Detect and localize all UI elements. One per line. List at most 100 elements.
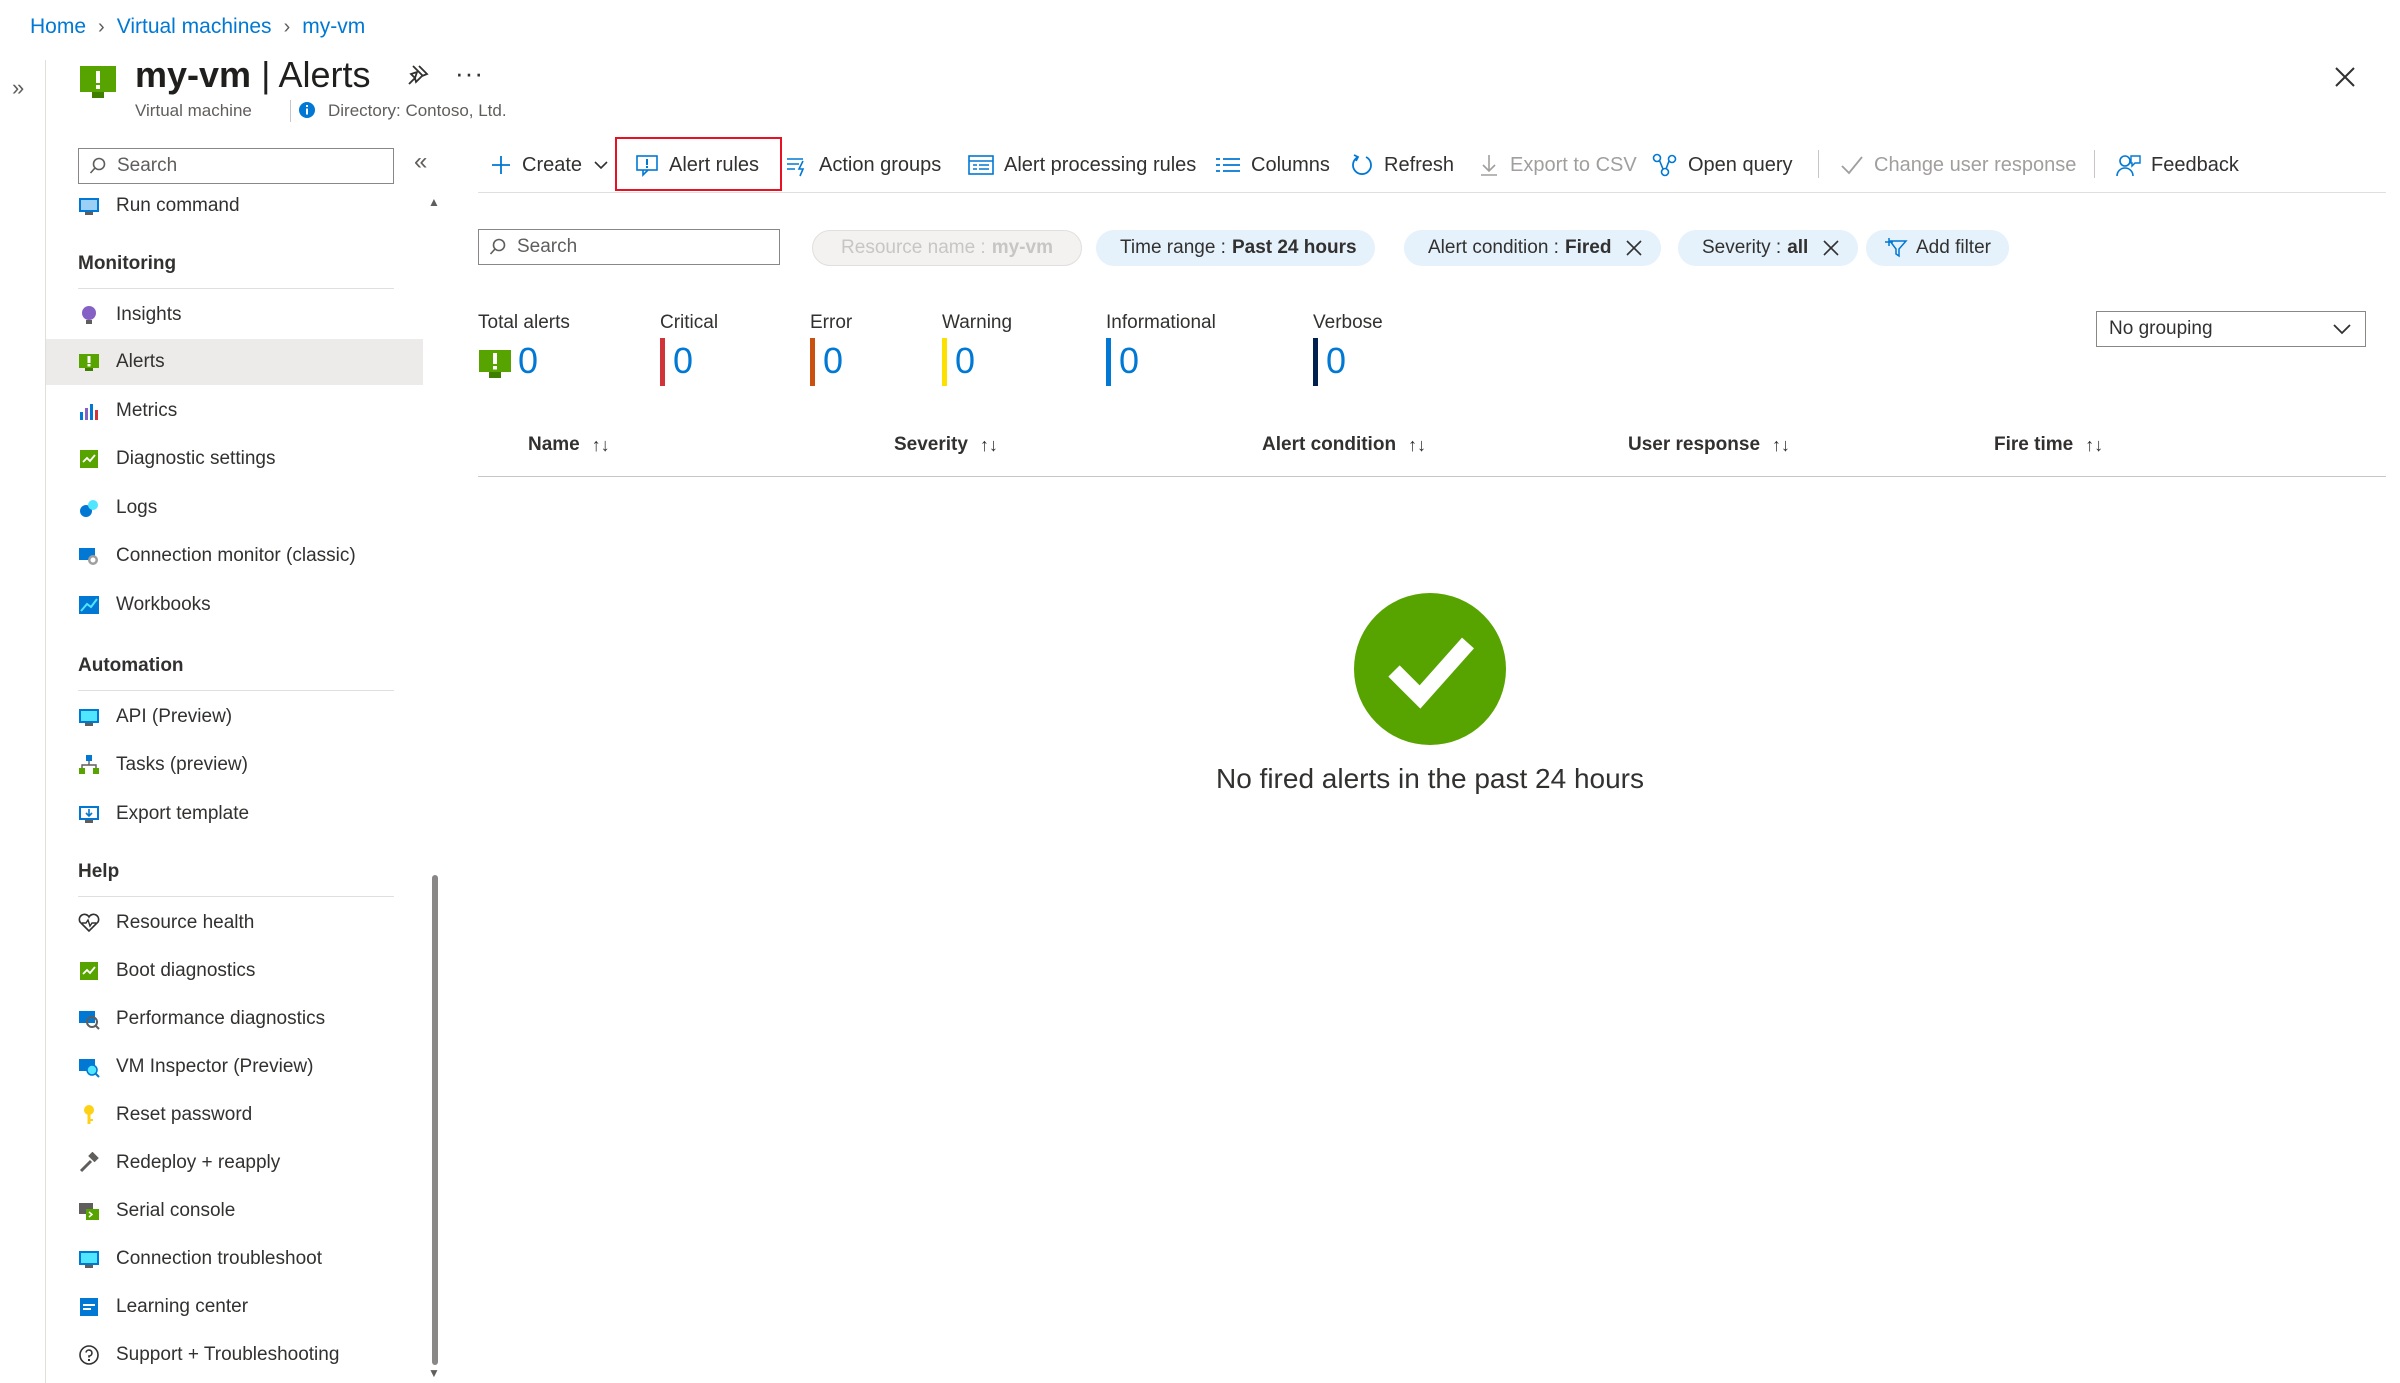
- more-icon[interactable]: ···: [455, 58, 484, 89]
- logs-icon: [80, 500, 98, 517]
- sort-icon[interactable]: ↑↓: [1408, 435, 1426, 456]
- sidebar-item-connection-troubleshoot[interactable]: Connection troubleshoot: [78, 1236, 423, 1282]
- chevron-down-icon: [594, 161, 608, 170]
- sidebar-item-performance-diagnostics[interactable]: Performance diagnostics: [78, 996, 423, 1042]
- alert-processing-rules-icon: [968, 155, 994, 175]
- sidebar-item-label: Export template: [116, 803, 250, 824]
- warning-count[interactable]: 0: [955, 340, 975, 382]
- breadcrumb-virtual-machines[interactable]: Virtual machines: [117, 15, 272, 39]
- sidebar-item-label: Serial console: [116, 1200, 236, 1221]
- total-alerts-label: Total alerts: [478, 312, 570, 333]
- sidebar-item-reset-password[interactable]: Reset password: [78, 1092, 423, 1138]
- critical-label: Critical: [660, 312, 719, 333]
- sidebar-item-diagnostic-settings[interactable]: Diagnostic settings: [78, 436, 423, 482]
- column-header-alert-condition[interactable]: Alert condition ↑↓: [1262, 434, 1426, 456]
- create-button[interactable]: Create: [490, 148, 610, 182]
- resource-name: my-vm: [135, 54, 252, 95]
- sidebar-item-label: Boot diagnostics: [116, 960, 256, 981]
- sort-icon[interactable]: ↑↓: [1772, 435, 1790, 456]
- add-filter-icon: [1885, 238, 1908, 258]
- column-header-fire-time[interactable]: Fire time ↑↓: [1994, 434, 2103, 456]
- diagnostic-settings-icon: [80, 450, 98, 468]
- pin-icon[interactable]: [403, 62, 431, 90]
- expand-menu-icon[interactable]: »: [12, 75, 24, 101]
- sidebar-item-support-troubleshooting[interactable]: Support + Troubleshooting: [78, 1332, 423, 1378]
- performance-diagnostics-icon: [79, 1011, 100, 1030]
- column-label: User response: [1628, 434, 1761, 455]
- filter-value: all: [1787, 237, 1809, 258]
- columns-icon: [1216, 158, 1240, 172]
- scroll-up-icon[interactable]: ▲: [428, 195, 440, 209]
- sidebar-item-logs[interactable]: Logs: [78, 485, 423, 531]
- remove-filter-icon[interactable]: [1625, 239, 1643, 257]
- column-header-user-response[interactable]: User response ↑↓: [1628, 434, 1790, 456]
- sidebar-item-workbooks[interactable]: Workbooks: [78, 582, 423, 628]
- sidebar-item-api-preview[interactable]: API (Preview): [78, 694, 423, 740]
- checkmark-circle-icon: [1354, 593, 1506, 745]
- empty-state-message: No fired alerts in the past 24 hours: [1215, 763, 1644, 794]
- add-filter-button[interactable]: Add filter: [1866, 230, 2009, 266]
- alert-condition-filter-pill[interactable]: Alert condition : Fired: [1404, 230, 1662, 266]
- sidebar-item-boot-diagnostics[interactable]: Boot diagnostics: [78, 948, 423, 994]
- sidebar-item-connection-monitor[interactable]: Connection monitor (classic): [78, 533, 423, 579]
- sidebar-item-serial-console[interactable]: Serial console: [78, 1188, 423, 1234]
- error-count[interactable]: 0: [823, 340, 843, 382]
- sidebar-item-label: Redeploy + reapply: [116, 1152, 281, 1173]
- sidebar-item-label: Insights: [116, 304, 182, 325]
- verbose-severity-bar: [1313, 338, 1318, 386]
- sidebar-item-metrics[interactable]: Metrics: [78, 388, 423, 434]
- breadcrumb-home[interactable]: Home: [30, 15, 86, 39]
- informational-count[interactable]: 0: [1119, 340, 1139, 382]
- left-rail: [0, 60, 46, 1383]
- chevron-right-icon: ›: [283, 15, 291, 38]
- sidebar-item-vm-inspector[interactable]: VM Inspector (Preview): [78, 1044, 423, 1090]
- search-icon: [489, 238, 506, 255]
- alert-processing-rules-button[interactable]: Alert processing rules: [968, 148, 1196, 182]
- change-user-response-button[interactable]: Change user response: [1840, 148, 2076, 182]
- collapse-sidebar-icon[interactable]: «: [414, 148, 427, 176]
- grouping-dropdown[interactable]: No grouping: [2096, 311, 2366, 347]
- column-label: Name: [528, 434, 580, 455]
- sidebar-item-export-template[interactable]: Export template: [78, 791, 423, 837]
- sidebar-item-resource-health[interactable]: Resource health: [78, 900, 423, 946]
- verbose-label: Verbose: [1313, 312, 1383, 333]
- verbose-count[interactable]: 0: [1326, 340, 1346, 382]
- sidebar-item-learning-center[interactable]: Learning center: [78, 1284, 423, 1330]
- sidebar-scrollbar[interactable]: [432, 875, 438, 1365]
- alert-rules-button[interactable]: Alert rules: [635, 148, 759, 182]
- column-header-severity[interactable]: Severity ↑↓: [894, 434, 998, 456]
- severity-filter-pill[interactable]: Severity : all: [1678, 230, 1859, 266]
- divider: [78, 690, 394, 691]
- breadcrumb-my-vm[interactable]: my-vm: [302, 15, 365, 39]
- remove-filter-icon[interactable]: [1822, 239, 1840, 257]
- sidebar-section-monitoring: Monitoring: [78, 253, 177, 274]
- time-range-filter-pill[interactable]: Time range : Past 24 hours: [1096, 230, 1375, 266]
- action-groups-button[interactable]: Action groups: [785, 148, 941, 182]
- columns-button[interactable]: Columns: [1215, 148, 1330, 182]
- sidebar-item-tasks-preview[interactable]: Tasks (preview): [78, 742, 423, 788]
- alerts-icon: [479, 350, 511, 378]
- total-alerts-count[interactable]: 0: [518, 340, 538, 382]
- column-label: Alert condition: [1262, 434, 1397, 455]
- sidebar-item-run-command[interactable]: Run command: [78, 183, 423, 229]
- sidebar-item-redeploy-reapply[interactable]: Redeploy + reapply: [78, 1140, 423, 1186]
- critical-count[interactable]: 0: [673, 340, 693, 382]
- open-query-button[interactable]: Open query: [1652, 148, 1793, 182]
- page-title: my-vm | Alerts: [135, 54, 370, 96]
- export-to-csv-button[interactable]: Export to CSV: [1478, 148, 1637, 182]
- filter-search-input[interactable]: Search: [478, 229, 780, 265]
- sort-icon[interactable]: ↑↓: [2085, 435, 2103, 456]
- refresh-button[interactable]: Refresh: [1350, 148, 1454, 182]
- warning-label: Warning: [942, 312, 1013, 333]
- close-icon[interactable]: [2330, 62, 2360, 92]
- feedback-button[interactable]: Feedback: [2115, 148, 2239, 182]
- plus-icon: [492, 156, 510, 174]
- sort-icon[interactable]: ↑↓: [592, 435, 610, 456]
- scroll-down-icon[interactable]: ▼: [428, 1366, 440, 1380]
- sidebar-search-input[interactable]: Search: [78, 148, 394, 184]
- column-header-name[interactable]: Name ↑↓: [528, 434, 610, 456]
- sidebar-item-alerts[interactable]: Alerts: [46, 339, 423, 385]
- sort-icon[interactable]: ↑↓: [980, 435, 998, 456]
- sidebar-item-insights[interactable]: Insights: [78, 292, 423, 338]
- search-icon: [89, 157, 106, 174]
